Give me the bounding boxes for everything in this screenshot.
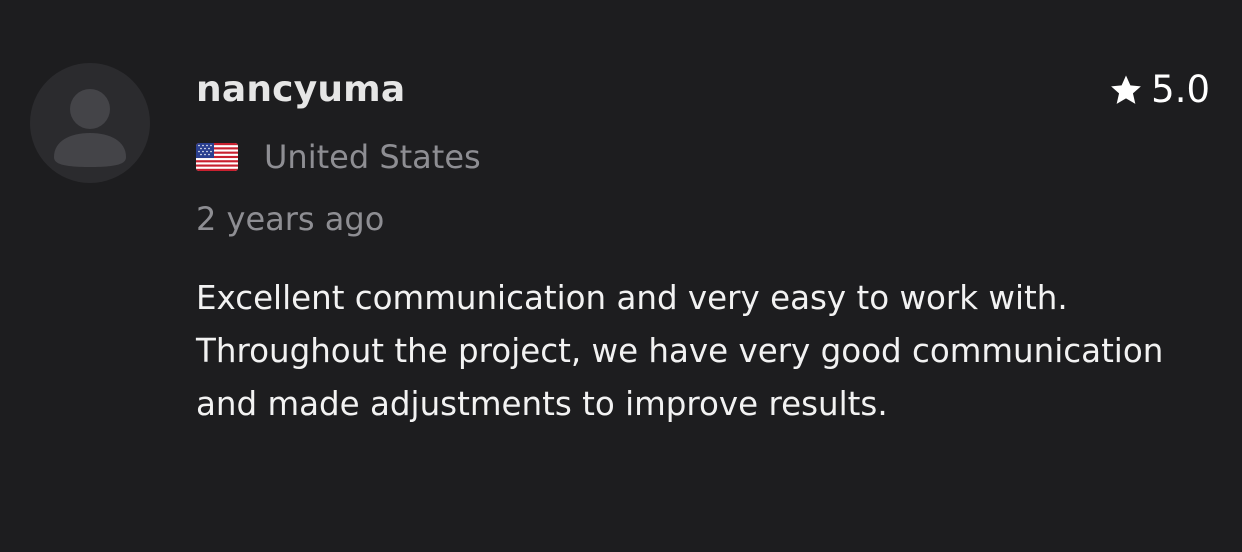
review-timestamp: 2 years ago	[196, 200, 385, 238]
reviewer-name[interactable]: nancyuma	[196, 66, 405, 114]
avatar[interactable]	[30, 63, 150, 183]
review-card: nancyuma 5.0 United States 2 years ago E…	[0, 0, 1242, 552]
reviewer-location: United States	[196, 136, 481, 178]
review-text: Excellent communication and very easy to…	[196, 279, 1164, 423]
star-icon	[1109, 73, 1143, 107]
us-flag-icon	[196, 143, 238, 171]
user-placeholder-icon	[54, 89, 126, 167]
rating-value: 5.0	[1151, 68, 1210, 111]
country-name: United States	[264, 138, 481, 176]
rating: 5.0	[1109, 66, 1210, 114]
